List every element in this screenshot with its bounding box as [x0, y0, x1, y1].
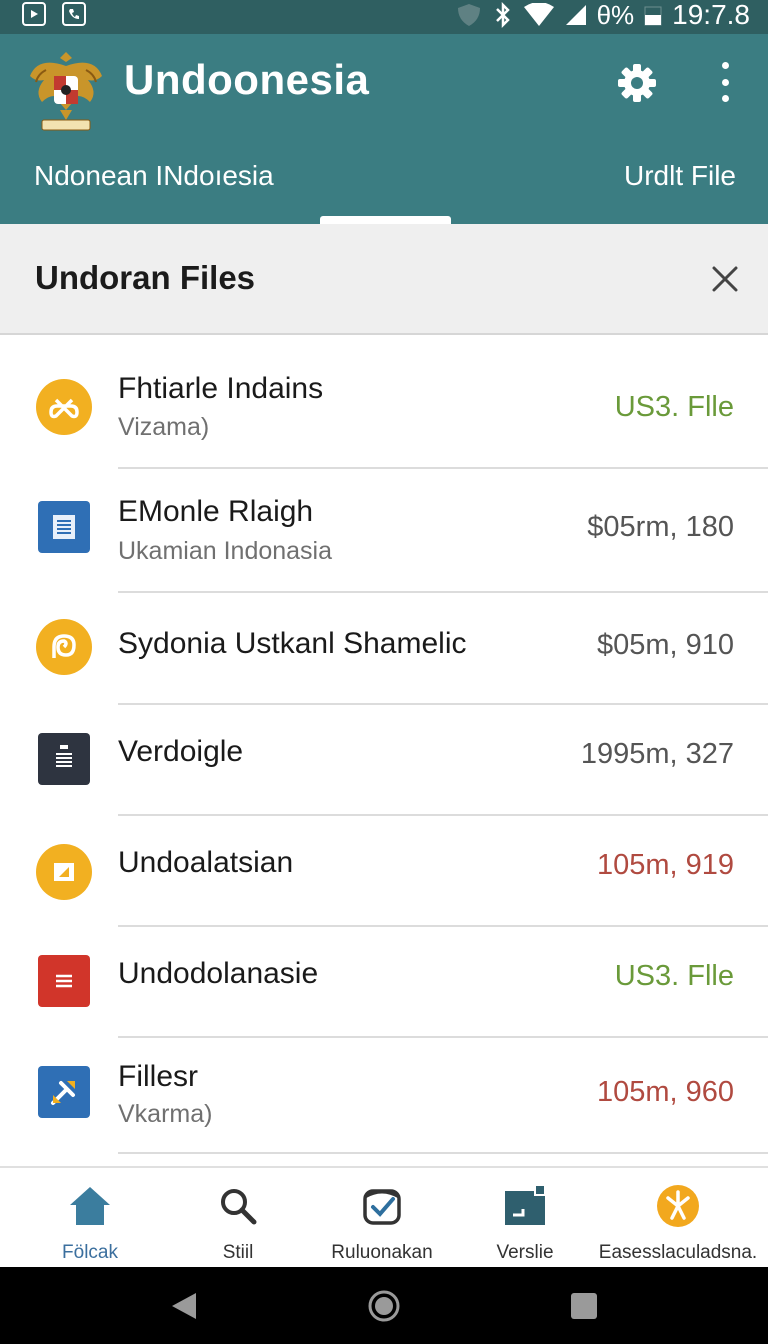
shield-icon: [457, 4, 480, 26]
list-item[interactable]: Sydonia Ustkanl Shamelic $05m, 910: [0, 591, 768, 705]
file-value: 1995m, 327: [580, 738, 734, 770]
active-tab-indicator: [320, 216, 451, 224]
wifi-icon: [523, 3, 554, 26]
recents-icon[interactable]: [570, 1292, 598, 1320]
overflow-menu-icon[interactable]: [712, 62, 738, 102]
file-value: $05rm, 180: [587, 511, 734, 543]
garuda-emblem-logo: [30, 52, 102, 131]
list-icon: [38, 955, 90, 1007]
search-icon: [216, 1184, 260, 1228]
clock: 19:7.8: [672, 0, 750, 30]
file-subtitle: Vizama): [118, 413, 210, 441]
file-list: Fhtiarle Indains Vizama) US3. Flle EMonl…: [0, 337, 768, 1154]
star-badge-icon: [656, 1184, 700, 1228]
file-value: US3. Flle: [614, 960, 734, 992]
signal-icon: [565, 5, 586, 25]
bluetooth-icon: [495, 2, 510, 28]
close-icon[interactable]: [708, 262, 742, 296]
list-item[interactable]: Fhtiarle Indains Vizama) US3. Flle: [0, 337, 768, 469]
file-title: Fhtiarle Indains: [118, 372, 324, 405]
file-subtitle: Vkarma): [118, 1100, 213, 1128]
battery-icon: [644, 6, 662, 26]
nav-item-easesslaculadsna[interactable]: Easesslaculadsna.: [598, 1168, 758, 1269]
spiral-icon: [36, 619, 92, 675]
app-bar: Undoonesia Ndonean INdoıesia Urdlt File: [0, 34, 768, 224]
check-box-icon: [360, 1184, 404, 1228]
list-item[interactable]: Fillesr Vkarma) 105m, 960: [0, 1036, 768, 1154]
bottom-navigation: Fölcak Stiil Ruluonakan Verslie Easessla…: [0, 1166, 768, 1267]
list-item[interactable]: EMonle Rlaigh Ukamian Indonasia $05rm, 1…: [0, 467, 768, 593]
file-title: Verdoigle: [118, 735, 244, 768]
back-icon[interactable]: [170, 1291, 198, 1321]
nav-label: Stiil: [222, 1242, 254, 1263]
nav-item-stiil[interactable]: Stiil: [188, 1168, 288, 1269]
tab-urdlt-file[interactable]: Urdlt File: [624, 160, 736, 192]
nav-label: Fölcak: [62, 1242, 118, 1263]
tools-icon: [38, 1066, 90, 1118]
file-value: 105m, 960: [596, 1076, 734, 1108]
nav-label: Easesslaculadsna.: [598, 1242, 758, 1263]
file-subtitle: Ukamian Indonasia: [118, 537, 333, 565]
home-icon: [68, 1184, 112, 1228]
file-title: Undoalatsian: [118, 846, 294, 879]
status-bar: θ% 19:7.8: [0, 0, 768, 34]
list-item[interactable]: Verdoigle 1995m, 327: [0, 703, 768, 816]
file-value: US3. Flle: [614, 391, 734, 423]
clipboard-icon: [38, 733, 90, 785]
phone-notification-icon: [62, 2, 86, 26]
tab-ndonean-indonesia[interactable]: Ndonean INdoıesia: [34, 160, 274, 192]
file-value: $05m, 910: [596, 629, 734, 661]
nav-item-folcak[interactable]: Fölcak: [40, 1168, 140, 1269]
nav-item-verslie[interactable]: Verslie: [475, 1168, 575, 1269]
file-title: EMonle Rlaigh: [118, 495, 314, 528]
window-icon: [503, 1184, 547, 1228]
file-title: Undodolanasie: [118, 957, 319, 990]
list-item[interactable]: Undodolanasie US3. Flle: [0, 925, 768, 1038]
section-header: Undoran Files: [0, 224, 768, 335]
battery-percent: θ%: [596, 0, 635, 30]
nav-label: Ruluonakan: [331, 1242, 433, 1263]
media-notification-icon: [22, 2, 46, 26]
document-icon: [38, 501, 90, 553]
settings-gear-icon[interactable]: [616, 62, 658, 104]
file-value: 105m, 919: [596, 849, 734, 881]
nav-label: Verslie: [496, 1242, 554, 1263]
system-navigation-bar: [0, 1267, 768, 1344]
section-title: Undoran Files: [35, 259, 256, 296]
file-title: Fillesr: [118, 1060, 198, 1093]
app-title: Undoonesia: [124, 56, 370, 103]
home-button-icon[interactable]: [367, 1289, 401, 1323]
file-title: Sydonia Ustkanl Shamelic: [118, 627, 467, 660]
list-item[interactable]: Undoalatsian 105m, 919: [0, 814, 768, 927]
infinity-icon: [36, 379, 92, 435]
nav-item-ruluonakan[interactable]: Ruluonakan: [322, 1168, 442, 1269]
folder-icon: [36, 844, 92, 900]
